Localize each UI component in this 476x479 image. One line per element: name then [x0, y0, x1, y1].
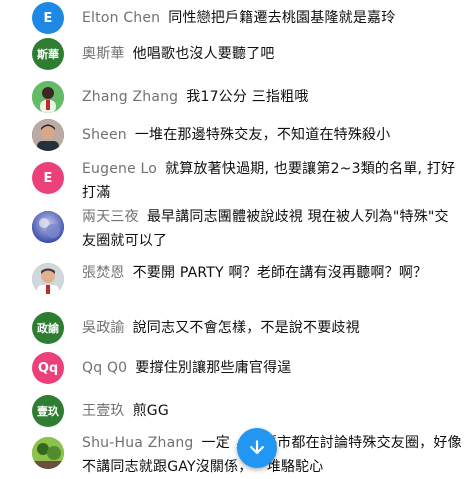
avatar[interactable] — [32, 119, 64, 151]
scroll-to-bottom-button[interactable] — [237, 428, 277, 468]
message-text: 煎GG — [132, 403, 169, 419]
avatar[interactable]: E — [32, 162, 64, 194]
author-name[interactable]: 王壹玖 — [82, 403, 125, 419]
message-text: 我17公分 三指粗哦 — [186, 89, 309, 105]
avatar[interactable] — [32, 81, 64, 113]
author-name[interactable]: Elton Chen — [82, 10, 160, 26]
avatar[interactable]: 斯華 — [32, 38, 64, 70]
message-text: 同性戀把戶籍遷去桃園基隆就是嘉玲 — [168, 10, 396, 26]
avatar[interactable] — [32, 263, 64, 295]
message-text: 說同志又不會怎樣，不是說不要歧視 — [132, 320, 360, 336]
message-text: 要撐住別讓那些庸官得逞 — [135, 360, 292, 376]
user-photo-icon — [32, 263, 64, 295]
avatar[interactable]: Qq — [32, 352, 64, 384]
author-name[interactable]: 兩天三夜 — [82, 209, 139, 225]
author-name[interactable]: Shu-Hua Zhang — [82, 435, 194, 451]
author-name[interactable]: Qq Q0 — [82, 360, 127, 376]
avatar[interactable]: E — [32, 2, 64, 34]
author-name[interactable]: 奧斯華 — [82, 46, 125, 62]
avatar[interactable]: 壹玖 — [32, 395, 64, 427]
user-photo-icon — [32, 119, 64, 151]
author-name[interactable]: Zhang Zhang — [82, 89, 178, 105]
author-name[interactable]: Eugene Lo — [82, 161, 157, 177]
avatar[interactable]: 政諭 — [32, 312, 64, 344]
author-name[interactable]: 吳政諭 — [82, 320, 125, 336]
arrow-down-icon — [250, 440, 264, 455]
message-text: 不要開 PARTY 啊？老師在講有沒再聽啊？啊？ — [132, 265, 428, 281]
author-name[interactable]: 張焚恩 — [82, 265, 125, 281]
user-photo-icon — [32, 81, 64, 113]
message-text: 一堆在那邊特殊交友，不知道在特殊殺小 — [134, 127, 391, 143]
author-name[interactable]: Sheen — [82, 127, 127, 143]
user-photo-icon — [32, 211, 64, 243]
avatar[interactable] — [32, 437, 64, 469]
avatar[interactable] — [32, 211, 64, 243]
user-photo-icon — [32, 437, 64, 469]
message-text: 他唱歌也沒人要聽了吧 — [132, 46, 275, 62]
live-chat-messages: E Elton Chen 同性戀把戶籍遷去桃園基隆就是嘉玲 斯華 奧斯華 他唱歌也沒… — [0, 0, 476, 475]
